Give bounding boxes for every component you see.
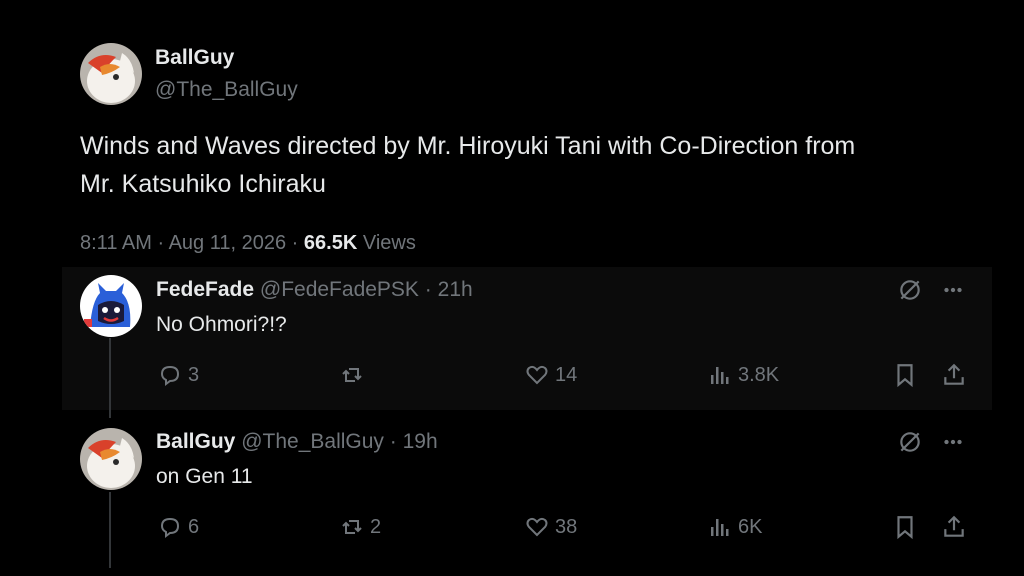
repost-icon: [342, 520, 362, 534]
author-handle[interactable]: @The_BallGuy: [155, 78, 298, 102]
post-date[interactable]: Aug 11, 2026: [169, 232, 287, 254]
reply-age[interactable]: 19h: [403, 430, 438, 453]
views-count[interactable]: 66.5K: [304, 232, 357, 254]
like-icon: [526, 517, 548, 537]
reply-button[interactable]: 3: [158, 363, 199, 387]
view-count: 3.8K: [738, 363, 780, 386]
grok-icon[interactable]: [897, 429, 923, 455]
reply-text: No Ohmori?!?: [156, 313, 287, 336]
reply-header: BallGuy @The_BallGuy · 19h: [156, 430, 438, 454]
like-count: 14: [555, 363, 578, 386]
post-text-line-2: Mr. Katsuhiko Ichiraku: [80, 170, 326, 198]
reply-age[interactable]: 21h: [438, 278, 473, 301]
reply-author-name[interactable]: BallGuy: [156, 430, 235, 453]
bookmark-button[interactable]: [892, 514, 918, 540]
avatar[interactable]: [80, 43, 142, 105]
reply-text: on Gen 11: [156, 465, 253, 488]
reply-author-handle[interactable]: @FedeFadePSK: [260, 278, 419, 301]
share-icon: [944, 363, 964, 385]
bookmark-button[interactable]: [892, 362, 918, 388]
meta-separator: ·: [157, 232, 165, 254]
avatar[interactable]: [80, 428, 142, 490]
like-button[interactable]: 14: [525, 363, 577, 387]
bookmark-icon: [897, 364, 913, 388]
repost-icon: [342, 368, 362, 382]
avatar[interactable]: [80, 275, 142, 337]
bookmark-icon: [897, 516, 913, 540]
meta-separator: ·: [424, 278, 432, 301]
meta-separator: ·: [389, 430, 397, 453]
view-count: 6K: [738, 515, 763, 538]
reply-author-name[interactable]: FedeFade: [156, 278, 254, 301]
views-button[interactable]: 6K: [708, 515, 762, 539]
like-icon: [526, 365, 548, 385]
more-icon[interactable]: [940, 277, 966, 303]
views-label: Views: [362, 232, 416, 254]
reply-author-handle[interactable]: @The_BallGuy: [241, 430, 384, 453]
reply-icon: [160, 365, 180, 386]
more-icon[interactable]: [940, 429, 966, 455]
post-text-line-1: Winds and Waves directed by Mr. Hiroyuki…: [80, 132, 856, 160]
thread-line: [109, 338, 111, 418]
meta-separator: ·: [291, 232, 299, 254]
share-button[interactable]: [941, 362, 967, 388]
share-icon: [944, 515, 964, 537]
views-icon: [711, 519, 729, 536]
views-icon: [711, 367, 729, 384]
share-button[interactable]: [941, 514, 967, 540]
repost-button[interactable]: 2: [340, 515, 381, 539]
thread-line: [109, 492, 111, 568]
post-meta: 8:11 AM · Aug 11, 2026 · 66.5K Views: [80, 232, 416, 255]
reply-icon: [160, 517, 180, 538]
repost-count: 2: [370, 515, 382, 538]
like-count: 38: [555, 515, 578, 538]
reply-count: 3: [188, 363, 200, 386]
reply-button[interactable]: 6: [158, 515, 199, 539]
author-name[interactable]: BallGuy: [155, 46, 234, 70]
like-button[interactable]: 38: [525, 515, 577, 539]
reply-header: FedeFade @FedeFadePSK · 21h: [156, 278, 473, 302]
post-time[interactable]: 8:11 AM: [80, 232, 152, 254]
reply-count: 6: [188, 515, 200, 538]
repost-button[interactable]: [340, 363, 370, 387]
grok-icon[interactable]: [897, 277, 923, 303]
views-button[interactable]: 3.8K: [708, 363, 779, 387]
